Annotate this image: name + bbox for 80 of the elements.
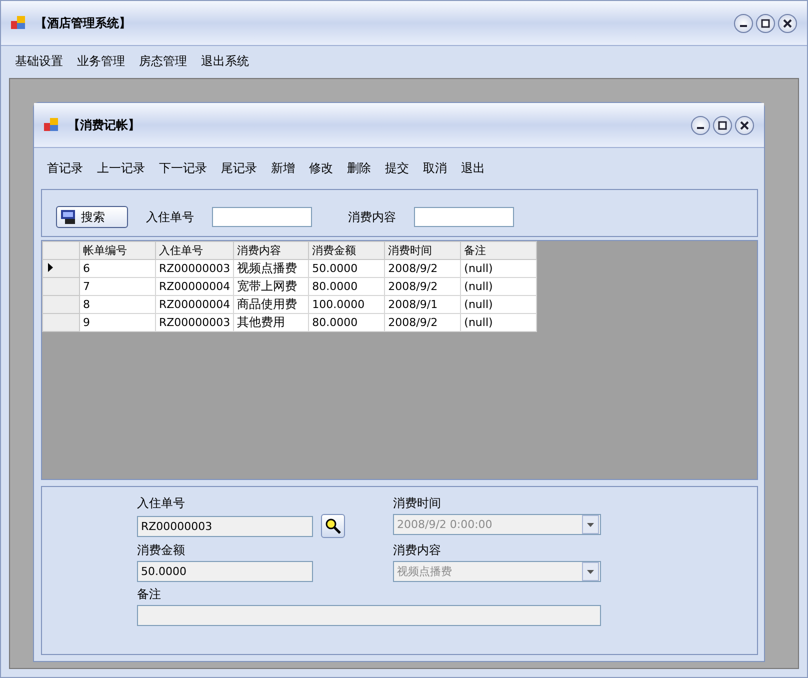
input-field[interactable]: 50.0000 bbox=[137, 561, 313, 582]
column-header[interactable]: 消费时间 bbox=[384, 242, 461, 260]
field-label: 消费时间 bbox=[393, 495, 442, 512]
table-cell: 7 bbox=[80, 278, 156, 296]
minimize-button[interactable] bbox=[691, 116, 710, 134]
minimize-icon bbox=[697, 126, 704, 128]
field-label: 消费金额 bbox=[137, 542, 186, 559]
toolbar-item[interactable]: 退出 bbox=[461, 160, 485, 177]
current-row-icon bbox=[48, 263, 53, 272]
menu-item[interactable]: 业务管理 bbox=[71, 50, 131, 72]
table-cell: 100.0000 bbox=[308, 296, 385, 314]
field-label: 备注 bbox=[137, 586, 162, 603]
table-cell: 2008/9/1 bbox=[384, 296, 461, 314]
table-cell: RZ00000004 bbox=[156, 278, 234, 296]
minimize-button[interactable] bbox=[734, 14, 753, 32]
column-header[interactable]: 消费内容 bbox=[234, 242, 309, 260]
table-cell: 其他费用 bbox=[234, 314, 309, 332]
table-cell: (null) bbox=[460, 314, 537, 332]
input-field[interactable] bbox=[137, 605, 601, 626]
table-cell: RZ00000003 bbox=[156, 260, 234, 278]
input-field[interactable]: RZ00000003 bbox=[137, 516, 313, 536]
row-header bbox=[42, 242, 80, 260]
table-cell: (null) bbox=[460, 278, 537, 296]
maximize-button[interactable] bbox=[756, 14, 775, 32]
table-cell: 6 bbox=[80, 260, 156, 278]
table-cell: 80.0000 bbox=[308, 278, 385, 296]
caret-icon bbox=[587, 570, 594, 574]
minimize-icon bbox=[740, 24, 747, 26]
table-cell: 9 bbox=[80, 314, 156, 332]
toolbar-item[interactable]: 修改 bbox=[309, 160, 333, 177]
table-cell: 2008/9/2 bbox=[384, 314, 461, 332]
column-header[interactable]: 备注 bbox=[460, 242, 537, 260]
table-cell: 80.0000 bbox=[308, 314, 385, 332]
close-icon bbox=[783, 18, 792, 28]
table-cell: RZ00000004 bbox=[156, 296, 234, 314]
toolbar-item[interactable]: 首记录 bbox=[47, 160, 83, 177]
app-logo-icon bbox=[44, 118, 60, 132]
menu-item[interactable]: 基础设置 bbox=[9, 50, 69, 72]
table-cell: 宽带上网费 bbox=[234, 278, 309, 296]
magnifier-icon bbox=[325, 518, 341, 534]
table-cell: (null) bbox=[460, 260, 537, 278]
lookup-button[interactable] bbox=[321, 514, 345, 538]
toolbar-item[interactable]: 取消 bbox=[423, 160, 447, 177]
table-cell: RZ00000003 bbox=[156, 314, 234, 332]
toolbar-item[interactable]: 新增 bbox=[271, 160, 295, 177]
table-cell: 2008/9/2 bbox=[384, 278, 461, 296]
maximize-icon bbox=[718, 120, 727, 130]
column-header[interactable]: 消费金额 bbox=[308, 242, 385, 260]
child-window-title: 【消费记帐】 bbox=[68, 116, 140, 134]
field-label: 入住单号 bbox=[146, 208, 194, 226]
close-button[interactable] bbox=[778, 14, 797, 32]
maximize-icon bbox=[761, 18, 770, 28]
toolbar-item[interactable]: 尾记录 bbox=[221, 160, 257, 177]
close-icon bbox=[740, 120, 749, 130]
close-button[interactable] bbox=[735, 116, 754, 134]
field-label: 消费内容 bbox=[393, 542, 442, 559]
window-title: 【酒店管理系统】 bbox=[35, 14, 131, 32]
menu-item[interactable]: 房态管理 bbox=[133, 50, 193, 72]
menu-item[interactable]: 退出系统 bbox=[195, 50, 255, 72]
table-cell: (null) bbox=[460, 296, 537, 314]
field-label: 入住单号 bbox=[137, 495, 186, 512]
table-cell: 2008/9/2 bbox=[384, 260, 461, 278]
toolbar-item[interactable]: 删除 bbox=[347, 160, 371, 177]
toolbar-item[interactable]: 提交 bbox=[385, 160, 409, 177]
caret-icon bbox=[587, 522, 594, 526]
field-label: 消费内容 bbox=[348, 208, 396, 226]
toolbar-item[interactable]: 上一记录 bbox=[97, 160, 145, 177]
table-cell: 50.0000 bbox=[308, 260, 385, 278]
table-cell: 视频点播费 bbox=[234, 260, 309, 278]
column-header[interactable]: 帐单编号 bbox=[80, 242, 156, 260]
app-logo-icon bbox=[11, 16, 27, 30]
search-input-field[interactable] bbox=[414, 207, 514, 227]
row-header[interactable] bbox=[42, 260, 80, 278]
search-input-field[interactable] bbox=[212, 207, 312, 227]
toolbar-item[interactable]: 下一记录 bbox=[159, 160, 207, 177]
maximize-button[interactable] bbox=[713, 116, 732, 134]
column-header[interactable]: 入住单号 bbox=[156, 242, 234, 260]
table-cell: 商品使用费 bbox=[234, 296, 309, 314]
search-button[interactable]: 搜索 bbox=[56, 206, 128, 228]
table-cell: 8 bbox=[80, 296, 156, 314]
